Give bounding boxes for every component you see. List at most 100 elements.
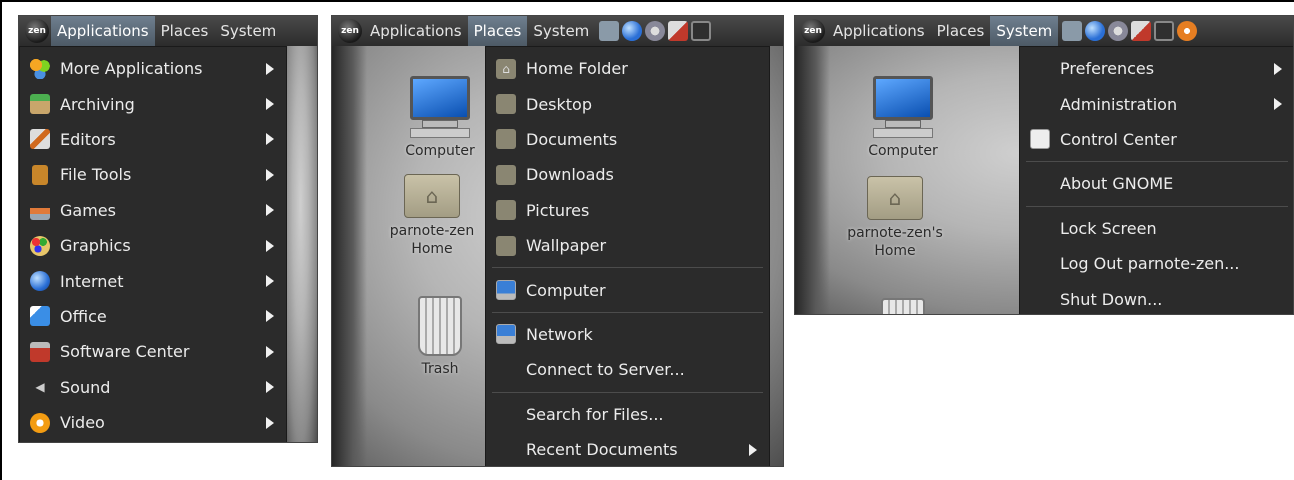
menu-separator bbox=[492, 267, 763, 269]
applications-menu-button[interactable]: Applications bbox=[51, 16, 155, 46]
menu-item-label: Archiving bbox=[60, 94, 135, 114]
submenu-arrow-icon bbox=[266, 168, 274, 181]
menu-item-wallpaper[interactable]: Wallpaper bbox=[486, 228, 769, 263]
zen-logo-icon[interactable]: zen bbox=[338, 19, 362, 43]
zen-logo-icon[interactable]: zen bbox=[801, 19, 825, 43]
desktop-icon-label: parnote-zen bbox=[389, 223, 475, 239]
panel-launchers bbox=[1062, 21, 1198, 41]
monitor-launcher-icon[interactable] bbox=[691, 21, 712, 41]
desktop-shadow bbox=[332, 46, 367, 466]
games-icon bbox=[30, 200, 50, 221]
menu-item-label: Preferences bbox=[1060, 59, 1155, 79]
menu-item-home-folder[interactable]: ⌂ Home Folder bbox=[486, 51, 769, 86]
desktop-icon-computer[interactable]: Computer bbox=[853, 76, 953, 160]
menu-item-label: Sound bbox=[60, 377, 111, 397]
desktop-icon-trash[interactable] bbox=[853, 298, 953, 314]
web-browser-launcher-icon[interactable] bbox=[1085, 21, 1106, 41]
system-menu-button[interactable]: System bbox=[214, 16, 282, 46]
trash-icon bbox=[881, 298, 925, 314]
menu-item-graphics[interactable]: Graphics bbox=[20, 228, 286, 263]
system-menu-button[interactable]: System bbox=[527, 16, 595, 46]
submenu-arrow-icon bbox=[266, 345, 274, 358]
menu-item-administration[interactable]: Administration bbox=[1020, 86, 1293, 121]
places-menu-button[interactable]: Places bbox=[931, 16, 991, 46]
menu-item-desktop[interactable]: Desktop bbox=[486, 86, 769, 121]
menu-item-label: Search for Files... bbox=[526, 404, 664, 424]
menu-item-recent-documents[interactable]: Recent Documents bbox=[486, 432, 769, 466]
web-browser-launcher-icon[interactable] bbox=[622, 21, 643, 41]
places-menu-button[interactable]: Places bbox=[467, 16, 528, 46]
places-menu: ⌂ Home Folder Desktop Documents Download… bbox=[485, 46, 770, 466]
monitor-launcher-icon[interactable] bbox=[1154, 21, 1175, 41]
submenu-arrow-icon bbox=[266, 381, 274, 394]
applications-menu: More Applications Archiving Editors File… bbox=[19, 46, 287, 442]
menu-item-archiving[interactable]: Archiving bbox=[20, 86, 286, 121]
menu-item-internet[interactable]: Internet bbox=[20, 263, 286, 298]
menu-item-label: Log Out parnote-zen... bbox=[1060, 254, 1240, 274]
archiving-icon bbox=[30, 94, 50, 115]
desktop-icon-trash[interactable]: Trash bbox=[390, 296, 490, 378]
menu-item-label: Desktop bbox=[526, 94, 592, 114]
menu-item-editors[interactable]: Editors bbox=[20, 122, 286, 157]
internet-icon bbox=[30, 271, 50, 292]
desktop-icon-label: Computer bbox=[405, 143, 475, 159]
menu-item-network[interactable]: Network bbox=[486, 317, 769, 352]
menu-item-label: Wallpaper bbox=[526, 236, 607, 256]
menu-item-computer[interactable]: Computer bbox=[486, 272, 769, 307]
menu-item-more-applications[interactable]: More Applications bbox=[20, 51, 286, 86]
applications-menu-button[interactable]: Applications bbox=[827, 16, 931, 46]
sound-icon: ◀ bbox=[35, 380, 45, 395]
menu-item-file-tools[interactable]: File Tools bbox=[20, 157, 286, 192]
submenu-arrow-icon bbox=[266, 98, 274, 111]
submenu-arrow-icon bbox=[266, 416, 274, 429]
panel-launchers bbox=[599, 21, 712, 41]
settings-launcher-icon[interactable] bbox=[1108, 21, 1129, 41]
menu-item-games[interactable]: Games bbox=[20, 193, 286, 228]
menu-item-video[interactable]: Video bbox=[20, 405, 286, 440]
menu-item-preferences[interactable]: Preferences bbox=[1020, 51, 1293, 86]
applications-menu-button[interactable]: Applications bbox=[364, 16, 468, 46]
submenu-arrow-icon bbox=[266, 133, 274, 146]
menu-item-pictures[interactable]: Pictures bbox=[486, 193, 769, 228]
menu-item-downloads[interactable]: Downloads bbox=[486, 157, 769, 192]
terminal-launcher-icon[interactable] bbox=[599, 21, 620, 41]
zen-logo-icon[interactable]: zen bbox=[25, 19, 49, 43]
menu-item-connect-to-server[interactable]: Connect to Server... bbox=[486, 352, 769, 387]
menu-item-shut-down[interactable]: Shut Down... bbox=[1020, 281, 1293, 314]
menu-item-label: Recent Documents bbox=[526, 440, 678, 460]
menu-item-label: Video bbox=[60, 413, 105, 433]
top-panel: zen Applications Places System bbox=[332, 16, 783, 46]
places-menu-button[interactable]: Places bbox=[155, 16, 215, 46]
menu-item-label: Network bbox=[526, 324, 593, 344]
menu-item-label: Pictures bbox=[526, 200, 590, 220]
desktop-icon-computer[interactable]: Computer bbox=[390, 76, 490, 160]
menu-item-label: Editors bbox=[60, 129, 116, 149]
menu-item-label: Software Center bbox=[60, 342, 190, 362]
package-launcher-icon[interactable] bbox=[1131, 21, 1152, 41]
submenu-arrow-icon bbox=[749, 443, 757, 456]
menu-item-office[interactable]: Office bbox=[20, 299, 286, 334]
computer-icon bbox=[410, 76, 470, 120]
terminal-launcher-icon[interactable] bbox=[1062, 21, 1083, 41]
audio-launcher-icon[interactable] bbox=[1177, 21, 1198, 41]
menu-item-lock-screen[interactable]: Lock Screen bbox=[1020, 211, 1293, 246]
settings-launcher-icon[interactable] bbox=[645, 21, 666, 41]
menu-item-label: More Applications bbox=[60, 59, 203, 79]
menu-item-documents[interactable]: Documents bbox=[486, 122, 769, 157]
system-menu-button[interactable]: System bbox=[990, 16, 1059, 46]
menu-item-sound[interactable]: ◀ Sound bbox=[20, 370, 286, 405]
desktop-icon-home[interactable]: ⌂ parnote-zen Home bbox=[382, 174, 482, 258]
computer-stand bbox=[885, 120, 921, 128]
menu-item-log-out[interactable]: Log Out parnote-zen... bbox=[1020, 246, 1293, 281]
menu-item-search-for-files[interactable]: Search for Files... bbox=[486, 397, 769, 432]
menu-item-control-center[interactable]: Control Center bbox=[1020, 122, 1293, 157]
package-launcher-icon[interactable] bbox=[668, 21, 689, 41]
menu-item-about-gnome[interactable]: About GNOME bbox=[1020, 166, 1293, 201]
submenu-arrow-icon bbox=[266, 239, 274, 252]
desktop-icon-home[interactable]: ⌂ parnote-zen's Home bbox=[845, 176, 945, 260]
wallpaper-folder-icon bbox=[496, 235, 516, 256]
desktop-icon-label: parnote-zen's bbox=[847, 225, 943, 241]
menu-item-label: Home Folder bbox=[526, 59, 628, 79]
menu-item-software-center[interactable]: Software Center bbox=[20, 334, 286, 369]
submenu-arrow-icon bbox=[266, 62, 274, 75]
